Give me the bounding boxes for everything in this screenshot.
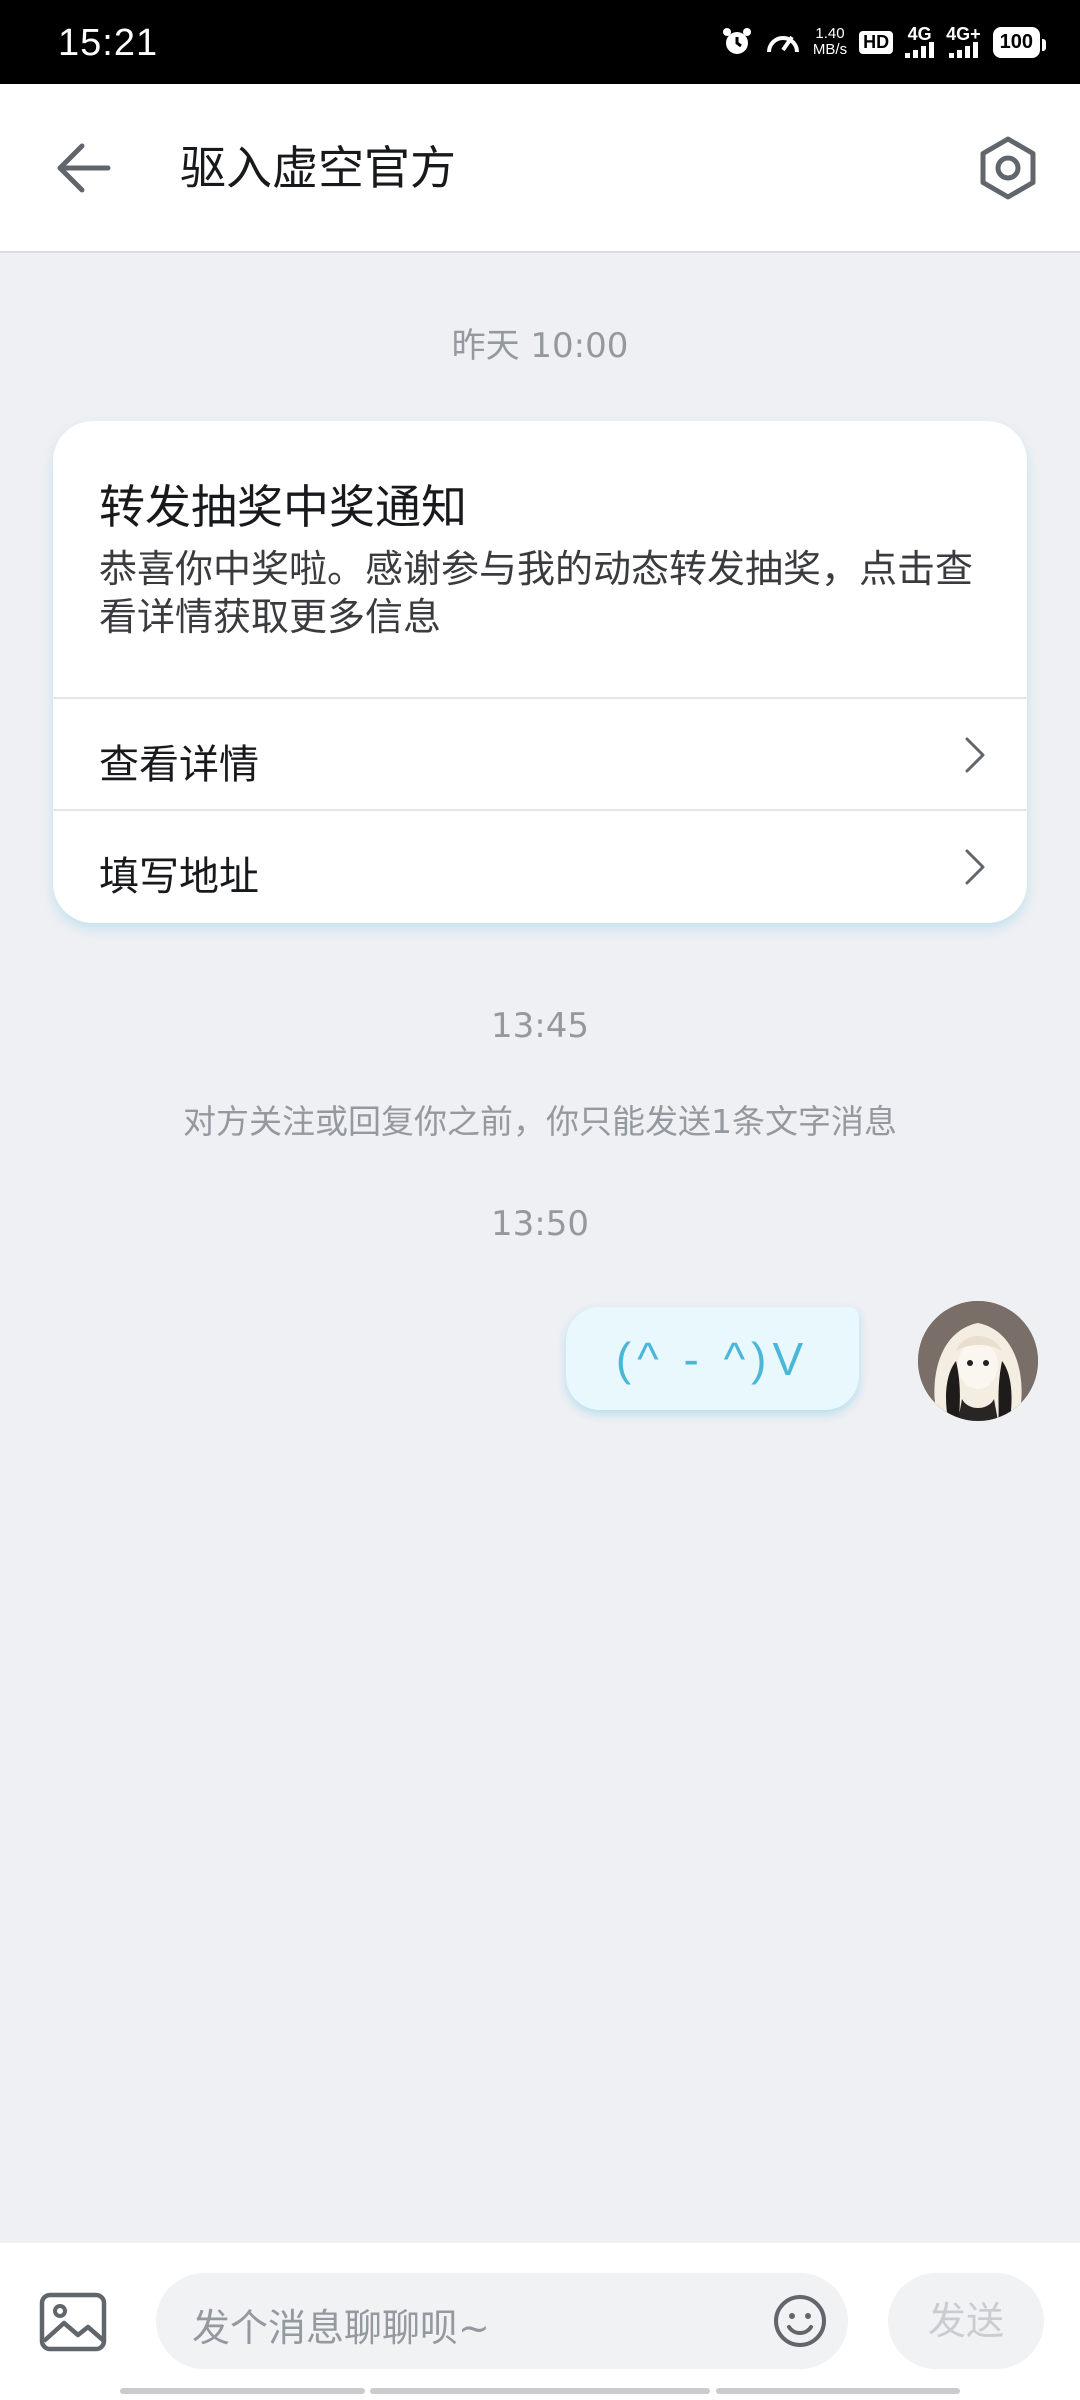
speedometer-icon	[766, 35, 799, 53]
image-icon[interactable]	[38, 2291, 108, 2353]
prize-notification-card: 转发抽奖中奖通知 恭喜你中奖啦。感谢参与我的动态转发抽奖，点击查看详情获取更多信…	[53, 421, 1027, 923]
chevron-right-icon	[965, 737, 985, 773]
sim1-signal: 4G	[905, 24, 935, 58]
page-title: 驱入虚空官方	[180, 141, 456, 195]
hd-badge: HD	[859, 30, 894, 54]
sim1-label: 4G	[907, 24, 932, 44]
message-input-placeholder: 发个消息聊聊呗~	[192, 2306, 490, 2350]
chat-header: 驱入虚空官方	[0, 84, 1080, 253]
my-message-bubble[interactable]: (^ - ^)V	[566, 1307, 859, 1410]
alarm-icon	[722, 28, 751, 54]
net-speed-value: 1.40	[815, 25, 845, 42]
card-title: 转发抽奖中奖通知	[99, 480, 467, 534]
sim2-label: 4G+	[946, 24, 981, 44]
net-speed-unit: MB/s	[812, 41, 848, 58]
timestamp: 13:45	[491, 1006, 589, 1046]
card-body: 恭喜你中奖啦。感谢参与我的动态转发抽奖，点击查看详情获取更多信息	[99, 547, 974, 639]
view-details-label: 查看详情	[99, 742, 259, 788]
signal-icon	[905, 42, 935, 58]
chevron-right-icon	[965, 849, 985, 885]
back-arrow-icon[interactable]	[52, 136, 116, 200]
timestamp: 13:50	[491, 1204, 589, 1244]
fill-address-row[interactable]: 填写地址	[53, 809, 1027, 923]
status-time: 15:21	[58, 22, 159, 64]
nav-indicator	[370, 2388, 710, 2394]
nav-indicator	[716, 2388, 960, 2394]
battery-icon: 100	[992, 26, 1047, 58]
view-details-row[interactable]: 查看详情	[53, 697, 1027, 811]
avatar[interactable]	[918, 1301, 1038, 1421]
message-limit-notice: 对方关注或回复你之前，你只能发送1条文字消息	[183, 1102, 897, 1141]
message-input[interactable]: 发个消息聊聊呗~	[156, 2273, 848, 2369]
nav-indicator	[120, 2388, 365, 2394]
net-speed: 1.40 MB/s	[813, 26, 847, 58]
emoji-icon[interactable]	[772, 2293, 828, 2349]
sim2-signal: 4G+	[946, 24, 981, 58]
status-bar: 15:21 1.40 MB/s HD 4G 4G+ 100	[0, 0, 1080, 84]
fill-address-label: 填写地址	[99, 854, 259, 900]
send-button[interactable]: 发送	[888, 2273, 1044, 2369]
signal-icon	[948, 42, 978, 58]
status-icons: 1.40 MB/s HD 4G 4G+ 100	[721, 20, 1047, 64]
input-bar: 发个消息聊聊呗~ 发送	[0, 2243, 1080, 2400]
timestamp: 昨天 10:00	[451, 326, 629, 366]
settings-icon[interactable]	[974, 134, 1042, 202]
